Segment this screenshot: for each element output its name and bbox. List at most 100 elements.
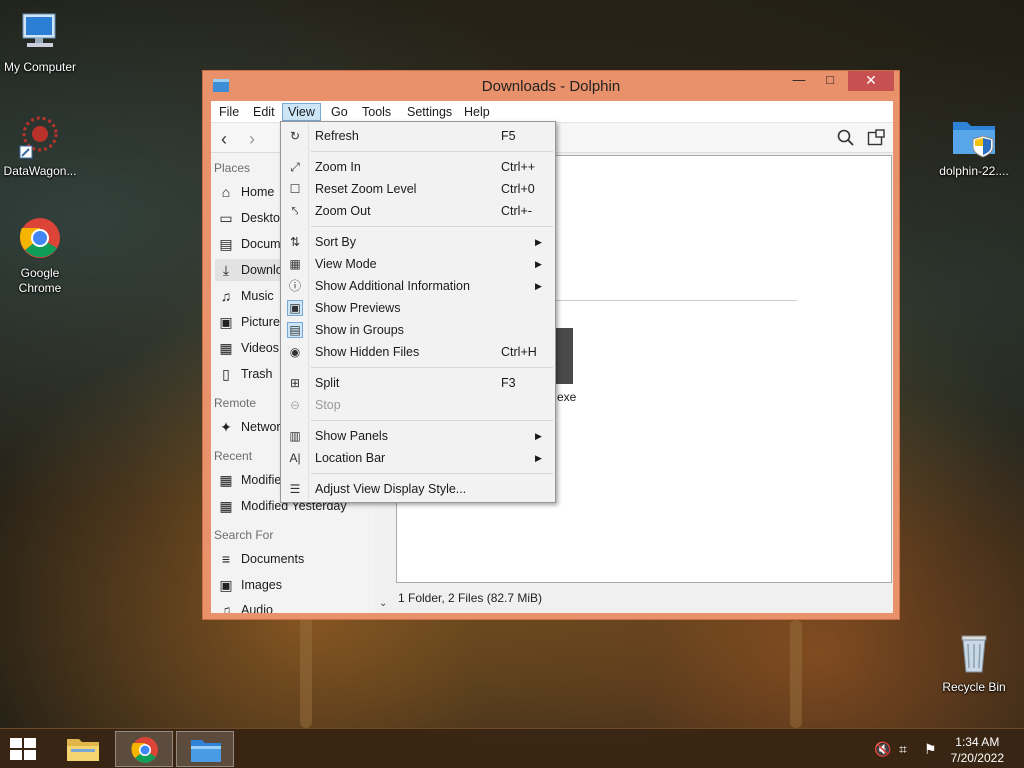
submenu-arrow-icon: ▶ [535, 431, 542, 441]
datawagon-icon [17, 114, 63, 160]
chrome-icon [17, 216, 63, 262]
back-icon[interactable]: ‹ [221, 129, 227, 150]
folder-shield-icon [951, 114, 997, 160]
desktop-icon-dolphin-installer[interactable]: dolphin-22.... [934, 114, 1014, 179]
taskbar-dolphin[interactable] [176, 731, 234, 767]
desktop-icon-label: Recycle Bin [942, 680, 1006, 694]
clock-time: 1:34 AM [955, 735, 1000, 749]
menu-item-show-previews[interactable]: ▣ Show Previews [282, 297, 554, 319]
recycle-bin-icon [951, 630, 997, 676]
menu-item-stop: ⊖ Stop [282, 394, 554, 416]
view-menu-dropdown: ↻ Refresh F5 ⤢ Zoom In Ctrl++ ☐ Reset Zo… [280, 121, 556, 503]
desktop-icon: ▭ [219, 210, 233, 226]
desktop-icon-datawagon[interactable]: DataWagon... [0, 114, 80, 179]
menu-item-split[interactable]: ⊞ Split F3 [282, 372, 554, 394]
submenu-arrow-icon: ▶ [535, 453, 542, 463]
split-icon: ⊞ [289, 376, 301, 390]
maximize-button[interactable]: □ [817, 71, 843, 91]
menu-separator [311, 420, 553, 421]
desktop-icon-my-computer[interactable]: My Computer [0, 10, 80, 75]
forward-icon[interactable]: › [249, 129, 255, 150]
calendar-icon: ▦ [219, 472, 233, 488]
title-bar[interactable]: Downloads - Dolphin — □ ✕ [203, 71, 899, 101]
menu-help[interactable]: Help [459, 103, 495, 121]
menu-item-location-bar[interactable]: A| Location Bar ▶ [282, 447, 554, 469]
menu-item-zoom-out[interactable]: ⤣ Zoom Out Ctrl+- [282, 200, 554, 222]
search-section-header: Search For [214, 528, 274, 542]
taskbar-file-explorer[interactable] [54, 731, 112, 767]
menu-item-reset-zoom[interactable]: ☐ Reset Zoom Level Ctrl+0 [282, 178, 554, 200]
menu-go[interactable]: Go [326, 103, 353, 121]
menu-item-zoom-in[interactable]: ⤢ Zoom In Ctrl++ [282, 156, 554, 178]
network-icon[interactable]: ⌗ [899, 741, 907, 758]
menu-separator [311, 473, 553, 474]
places-item-search-audio[interactable]: ♫ Audio [215, 599, 373, 613]
close-button[interactable]: ✕ [848, 71, 894, 91]
minimize-button[interactable]: — [786, 71, 812, 91]
music-icon: ♫ [220, 288, 232, 304]
dolphin-folder-icon [191, 740, 221, 762]
volume-muted-icon[interactable]: 🔇 [874, 741, 891, 758]
menu-item-show-panels[interactable]: ▥ Show Panels ▶ [282, 425, 554, 447]
music-icon: ♫ [220, 602, 232, 613]
menu-item-show-in-groups[interactable]: ▤ Show in Groups [282, 319, 554, 341]
places-item-search-images[interactable]: ▣ Images [215, 574, 373, 596]
download-icon: ⤓ [222, 262, 230, 278]
desktop-icon-label: dolphin-22.... [939, 164, 1009, 178]
menu-item-refresh[interactable]: ↻ Refresh F5 [282, 125, 554, 147]
split-view-icon[interactable] [867, 129, 885, 152]
menu-tools[interactable]: Tools [357, 103, 396, 121]
windows-logo-icon [24, 738, 36, 748]
submenu-arrow-icon: ▶ [535, 281, 542, 291]
windows-logo-icon [24, 750, 36, 760]
menu-item-show-additional-info[interactable]: ⓘ Show Additional Information ▶ [282, 275, 554, 297]
windows-logo-icon [10, 750, 22, 760]
recent-section-header: Recent [214, 449, 253, 463]
desktop-icon-google-chrome[interactable]: Google Chrome [0, 216, 80, 296]
file-item-icon[interactable] [555, 328, 573, 384]
system-clock[interactable]: 1:34 AM 7/20/2022 [951, 734, 1004, 766]
desktop-icon-recycle-bin[interactable]: Recycle Bin [934, 630, 1014, 695]
group-icon: ▤ [287, 322, 303, 338]
menu-file[interactable]: File [214, 103, 244, 121]
menu-separator [311, 226, 553, 227]
menu-item-adjust-view-display-style[interactable]: ☰ Adjust View Display Style... [282, 478, 554, 500]
file-explorer-icon [67, 739, 99, 761]
sort-icon: ⇅ [289, 235, 301, 249]
submenu-arrow-icon: ▶ [535, 259, 542, 269]
video-icon: ▦ [219, 340, 233, 356]
scroll-down-icon[interactable]: ⌄ [379, 598, 387, 609]
file-item-label[interactable]: exe [557, 390, 576, 404]
wallpaper-decoration [790, 620, 802, 728]
image-icon: ▣ [219, 577, 233, 593]
menu-settings[interactable]: Settings [402, 103, 457, 121]
computer-icon [17, 10, 63, 56]
list-settings-icon: ☰ [289, 482, 301, 496]
clock-date: 7/20/2022 [950, 751, 1004, 765]
taskbar: 🔇 ⌗ ⚑ 1:34 AM 7/20/2022 [0, 728, 1024, 768]
panels-icon: ▥ [289, 429, 301, 443]
menu-item-show-hidden-files[interactable]: ◉ Show Hidden Files Ctrl+H [282, 341, 554, 363]
windows-logo-icon [10, 738, 22, 748]
zoom-reset-icon: ☐ [289, 182, 301, 196]
status-bar: 1 Folder, 2 Files (82.7 MiB) [398, 591, 543, 605]
menu-view[interactable]: View [282, 103, 321, 121]
desktop-icon-label: My Computer [3, 60, 77, 74]
chrome-icon [131, 737, 158, 763]
taskbar-chrome[interactable] [115, 731, 173, 767]
search-icon[interactable] [837, 129, 855, 152]
start-button[interactable] [10, 738, 38, 760]
action-center-flag-icon[interactable]: ⚑ [924, 741, 937, 758]
text-lines-icon: ≡ [221, 551, 231, 567]
menu-item-sort-by[interactable]: ⇅ Sort By ▶ [282, 231, 554, 253]
stop-icon: ⊖ [289, 398, 301, 412]
places-item-search-documents[interactable]: ≡ Documents [215, 548, 373, 570]
calendar-icon: ▦ [219, 498, 233, 514]
text-cursor-icon: A| [289, 451, 301, 465]
menu-item-view-mode[interactable]: ▦ View Mode ▶ [282, 253, 554, 275]
menu-bar: File Edit View Go Tools Settings Help [211, 101, 893, 123]
grid-icon: ▦ [289, 257, 301, 271]
network-icon: ✦ [220, 419, 232, 435]
desktop-icon-label: DataWagon... [3, 164, 77, 178]
menu-edit[interactable]: Edit [248, 103, 280, 121]
